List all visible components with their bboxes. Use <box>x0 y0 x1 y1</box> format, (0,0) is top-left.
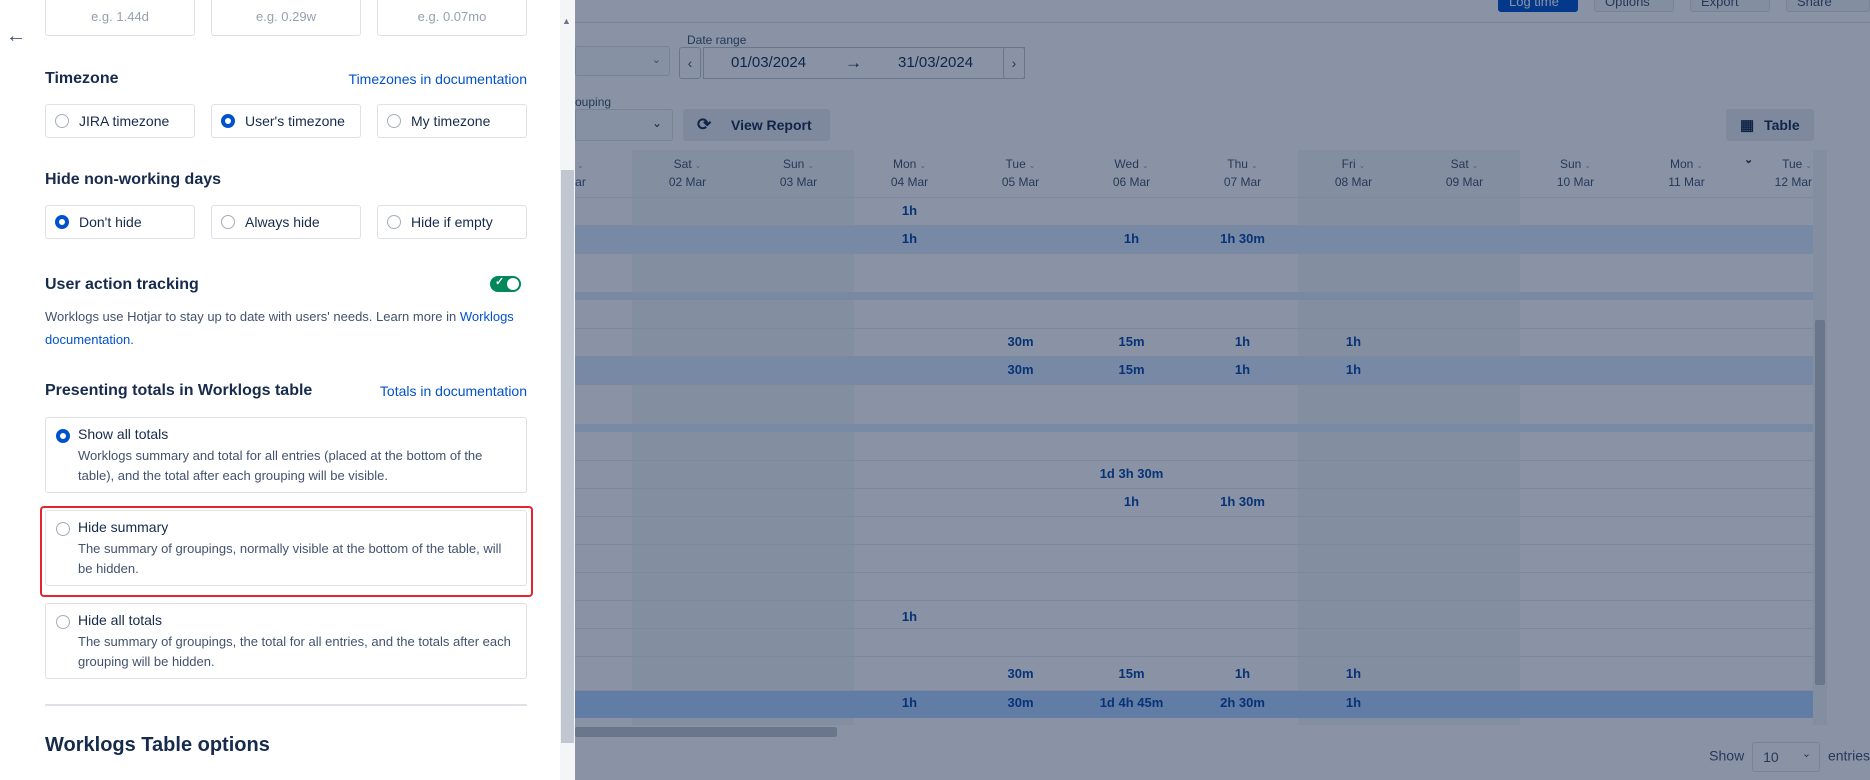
radio-button[interactable] <box>221 215 235 229</box>
totals-option-hide-all[interactable]: Hide all totals The summary of groupings… <box>45 603 527 679</box>
radio-button[interactable] <box>387 215 401 229</box>
duration-input-months[interactable]: e.g. 0.07mo <box>377 0 527 36</box>
timezone-option-jira[interactable]: JIRA timezone <box>45 104 195 138</box>
radio-button[interactable] <box>56 615 70 629</box>
highlight-box <box>40 506 533 597</box>
back-arrow-icon[interactable]: ← <box>6 25 26 48</box>
option-title: Hide all totals <box>78 612 163 628</box>
nonworking-title: Hide non-working days <box>45 171 222 188</box>
table-options-title: Worklogs Table options <box>45 734 270 756</box>
radio-button-selected[interactable] <box>221 114 235 128</box>
radio-button[interactable] <box>387 114 401 128</box>
option-description: The summary of groupings, the total for … <box>78 634 511 669</box>
totals-option-show-all[interactable]: Show all totals Worklogs summary and tot… <box>45 417 527 493</box>
timezone-title: Timezone <box>45 70 119 87</box>
timezones-doc-link[interactable]: Timezones in documentation <box>349 71 527 87</box>
nonworking-option-always-hide[interactable]: Always hide <box>211 205 361 239</box>
scroll-up-icon[interactable]: ▲ <box>562 16 571 26</box>
option-label: Always hide <box>245 214 320 230</box>
tracking-description-text: Worklogs use Hotjar to stay up to date w… <box>45 309 457 324</box>
tracking-toggle[interactable]: ✓ <box>490 276 521 292</box>
option-title: Show all totals <box>78 426 169 442</box>
radio-button-selected[interactable] <box>55 215 69 229</box>
timezone-option-user[interactable]: User's timezone <box>211 104 361 138</box>
option-description: Worklogs summary and total for all entri… <box>78 448 483 483</box>
option-label: My timezone <box>411 113 491 129</box>
settings-panel: ← e.g. 1.44d e.g. 0.29w e.g. 0.07mo Time… <box>0 0 575 780</box>
option-label: Don't hide <box>79 214 142 230</box>
tracking-description-end: . <box>130 332 134 347</box>
duration-input-days[interactable]: e.g. 1.44d <box>45 0 195 36</box>
option-label: User's timezone <box>245 113 345 129</box>
section-divider <box>45 704 527 706</box>
radio-button-selected[interactable] <box>56 429 70 443</box>
tracking-description: Worklogs use Hotjar to stay up to date w… <box>45 305 515 351</box>
check-icon: ✓ <box>495 276 505 288</box>
duration-input-weeks[interactable]: e.g. 0.29w <box>211 0 361 36</box>
option-label: Hide if empty <box>411 214 493 230</box>
totals-title: Presenting totals in Worklogs table <box>45 382 313 399</box>
nonworking-option-hide-if-empty[interactable]: Hide if empty <box>377 205 527 239</box>
tracking-title: User action tracking <box>45 276 199 293</box>
toggle-knob <box>507 278 519 290</box>
radio-button[interactable] <box>55 114 69 128</box>
option-label: JIRA timezone <box>79 113 170 129</box>
totals-doc-link[interactable]: Totals in documentation <box>380 383 527 399</box>
panel-scroll-thumb[interactable] <box>561 170 574 743</box>
nonworking-option-dont-hide[interactable]: Don't hide <box>45 205 195 239</box>
timezone-option-mine[interactable]: My timezone <box>377 104 527 138</box>
